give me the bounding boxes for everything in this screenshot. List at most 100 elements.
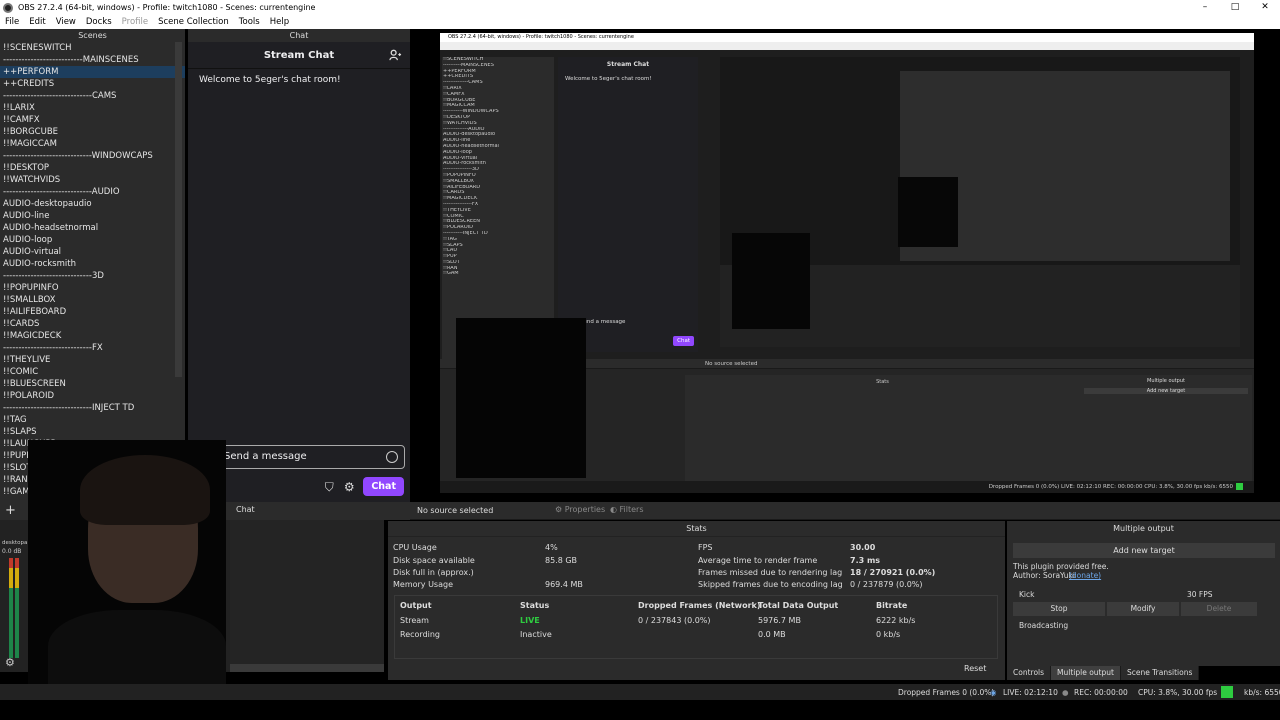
scenes-dock-title: Scenes [0,29,185,42]
scene-item[interactable]: !!POPUPINFO [0,282,185,294]
scene-separator[interactable]: --------------------------MAINSCENES [0,54,185,66]
dock-tab-controls[interactable]: Controls [1007,666,1052,680]
output-recording-name: Recording [400,630,441,639]
status-live-time: LIVE: 02:12:10 [1003,688,1058,697]
scene-item[interactable]: !!MAGICCAM [0,138,185,150]
chat-dock-tab[interactable]: Chat [236,505,255,514]
nested-obs-capture: OBS 27.2.4 (64-bit, windows) - Profile: … [440,33,1254,493]
chat-dock-title: Chat [188,29,410,42]
minimize-button[interactable]: – [1190,0,1220,15]
output-stream-status: LIVE [520,616,540,625]
audio-horizontal-scrollbar[interactable] [230,664,384,672]
menu-item-tools[interactable]: Tools [234,17,265,27]
dock-tab-scene-transitions[interactable]: Scene Transitions [1120,666,1200,680]
audio-mixer-scroll-area [230,520,384,672]
emote-picker-icon[interactable] [386,451,398,463]
scene-separator[interactable]: -----------------------------CAMS [0,90,185,102]
chat-send-button[interactable]: Chat [363,477,404,496]
output-header-total: Total Data Output [758,601,839,610]
menu-item-profile[interactable]: Profile [117,17,153,27]
stats-title: Stats [388,521,1005,537]
scene-item[interactable]: ++PERFORM [0,66,185,78]
target-state: Broadcasting [1019,621,1069,630]
nested-chat-welcome: Welcome to 5eger's chat room! [565,76,652,82]
stats-reset-button[interactable]: Reset [964,664,986,673]
scene-separator[interactable]: -----------------------------WINDOWCAPS [0,150,185,162]
donate-link[interactable]: (donate) [1069,571,1101,580]
scene-separator[interactable]: -----------------------------FX [0,342,185,354]
chat-settings-gear-icon[interactable]: ⚙ [343,481,355,493]
dock-tab-multiple-output[interactable]: Multiple output [1051,666,1121,680]
target-name: Kick [1019,590,1035,599]
menu-item-edit[interactable]: Edit [24,17,50,27]
scene-item[interactable]: !!POLAROID [0,390,185,402]
scene-separator[interactable]: -----------------------------INJECT TD [0,402,185,414]
close-button[interactable]: ✕ [1250,0,1280,15]
menu-item-help[interactable]: Help [265,17,294,27]
scenes-scrollbar[interactable] [175,42,182,377]
scene-item[interactable]: !!BORGCUBE [0,126,185,138]
scene-item[interactable]: AUDIO-virtual [0,246,185,258]
menu-item-scene-collection[interactable]: Scene Collection [153,17,234,27]
webcam-person-hair [80,455,210,525]
scene-item[interactable]: AUDIO-loop [0,234,185,246]
scene-item[interactable]: AUDIO-headsetnormal [0,222,185,234]
scene-item[interactable]: !!BLUESCREEN [0,378,185,390]
output-stream-total: 5976.7 MB [758,616,801,625]
output-recording-status: Inactive [520,630,552,639]
stat-render-value: 7.3 ms [850,556,881,565]
scene-item[interactable]: AUDIO-rocksmith [0,258,185,270]
scene-item[interactable]: !!WATCHVIDS [0,174,185,186]
filters-button[interactable]: ◐ Filters [610,505,644,514]
scene-item[interactable]: !!AILIFEBOARD [0,306,185,318]
audio-settings-gear-icon[interactable]: ⚙ [5,656,15,669]
program-preview[interactable]: OBS 27.2.4 (64-bit, windows) - Profile: … [440,33,1254,493]
menu-item-view[interactable]: View [51,17,81,27]
scene-separator[interactable]: -----------------------------3D [0,270,185,282]
scene-item[interactable]: !!TAG [0,414,185,426]
scene-item[interactable]: !!SLAPS [0,426,185,438]
shield-icon[interactable]: ⛉ [323,481,335,493]
window-controls: – □ ✕ [1190,0,1280,15]
gear-icon: ⚙ [555,505,563,514]
properties-label: Properties [564,505,606,514]
scene-item[interactable]: !!SCENESWITCH [0,42,185,54]
webcam-person-body [48,610,226,690]
stat-memory-value: 969.4 MB [545,580,583,589]
scene-item[interactable]: !!COMIC [0,366,185,378]
menu-item-docks[interactable]: Docks [81,17,117,27]
maximize-button[interactable]: □ [1220,0,1250,15]
audio-meter-left [9,558,13,658]
scene-item[interactable]: !!LARIX [0,102,185,114]
stop-target-button[interactable]: Stop [1013,602,1105,616]
add-new-target-button[interactable]: Add new target [1013,543,1275,558]
plugin-author-text: Author: SoraYuki [1013,571,1075,580]
output-header-status: Status [520,601,550,610]
output-table: Output Status Dropped Frames (Network) T… [394,595,998,659]
scene-item[interactable]: !!MAGICDECK [0,330,185,342]
delete-target-button[interactable]: Delete [1181,602,1257,616]
modify-target-button[interactable]: Modify [1107,602,1179,616]
window-title: OBS 27.2.4 (64-bit, windows) - Profile: … [18,3,316,12]
scene-item[interactable]: !!SMALLBOX [0,294,185,306]
add-source-button[interactable]: + [5,503,16,518]
scene-separator[interactable]: -----------------------------AUDIO [0,186,185,198]
scene-item[interactable]: AUDIO-desktopaudio [0,198,185,210]
nested-stats: Stats [685,375,1080,483]
user-list-icon[interactable] [389,49,402,62]
scene-item[interactable]: !!CAMFX [0,114,185,126]
menu-item-file[interactable]: File [0,17,24,27]
chat-welcome-message: Welcome to 5eger's chat room! [199,75,341,85]
stat-fps-value: 30.00 [850,543,876,552]
stat-fps-label: FPS [698,543,713,552]
status-rec-time: REC: 00:00:00 [1074,688,1128,697]
output-stream-bitrate: 6222 kb/s [876,616,916,625]
scene-item[interactable]: AUDIO-line [0,210,185,222]
scene-item[interactable]: !!THEYLIVE [0,354,185,366]
output-header-dropped: Dropped Frames (Network) [638,601,761,610]
properties-button[interactable]: ⚙ Properties [555,505,605,514]
scene-item[interactable]: !!CARDS [0,318,185,330]
scene-item[interactable]: ++CREDITS [0,78,185,90]
scene-item[interactable]: !!DESKTOP [0,162,185,174]
nested-webcam [456,318,586,478]
